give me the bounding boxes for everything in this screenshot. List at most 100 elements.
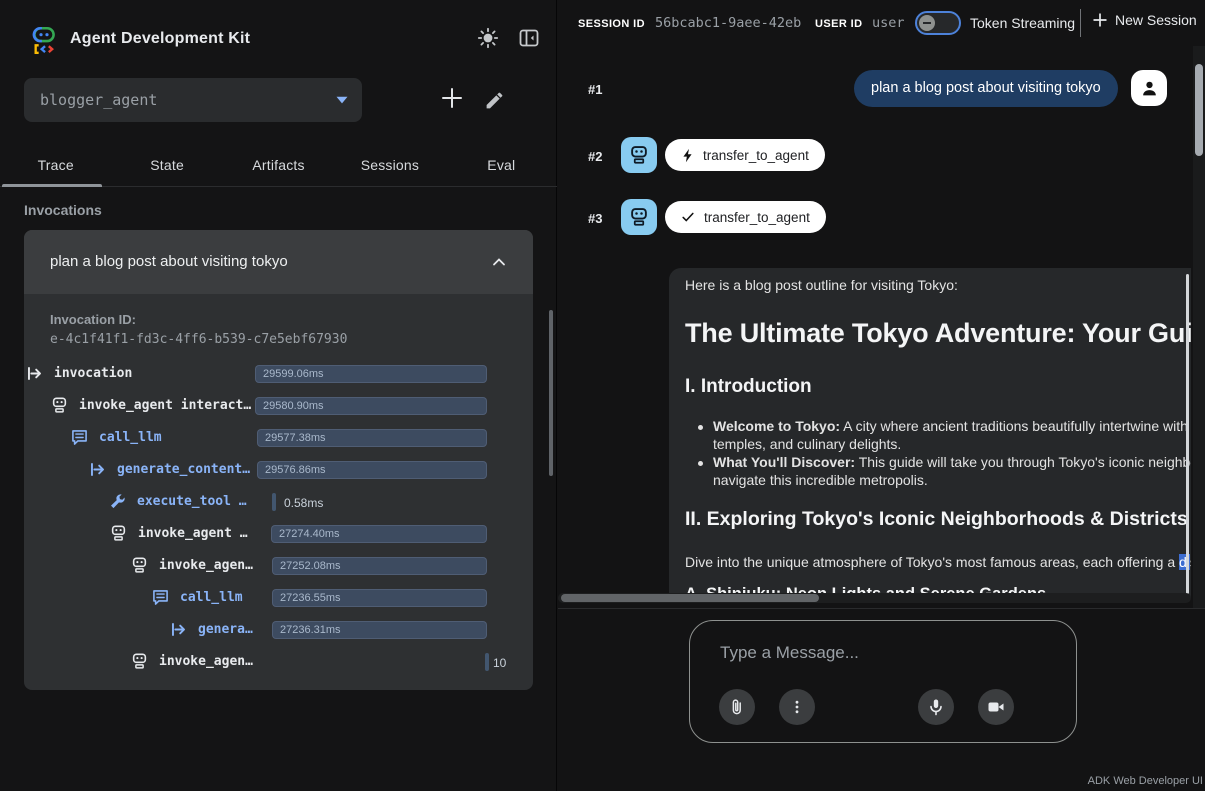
duration-value: 29580.90ms [256, 398, 486, 414]
duration-value: 27236.31ms [273, 622, 486, 638]
collapse-panel-button[interactable] [515, 24, 543, 52]
event-index[interactable]: #2 [588, 149, 602, 164]
sun-icon [476, 26, 500, 50]
bullet-marker [698, 461, 703, 466]
left-panel-scrollbar[interactable] [549, 310, 553, 476]
invocation-title: plan a blog post about visiting tokyo [50, 230, 288, 294]
tab-eval[interactable]: Eval [446, 148, 557, 186]
blog-section-1: I. Introduction [685, 376, 812, 398]
wrench-icon [109, 493, 126, 510]
span-label: call_llm [99, 430, 162, 445]
session-bar-divider [1080, 9, 1081, 37]
event-index[interactable]: #3 [588, 211, 602, 226]
check-icon [681, 210, 695, 224]
duration-bar [272, 493, 276, 511]
microphone-button[interactable] [918, 689, 954, 725]
span-label: genera… [198, 622, 253, 637]
app-title: Agent Development Kit [70, 30, 250, 48]
span-label: invoke_agent interact… [79, 398, 251, 413]
user-id-value: user [872, 15, 905, 31]
microphone-icon [927, 698, 945, 716]
footer-label: ADK Web Developer UI [1088, 775, 1203, 787]
bullet-1-line-1: Welcome to Tokyo: A city where ancient t… [713, 418, 1191, 434]
user-message-bubble: plan a blog post about visiting tokyo [854, 70, 1118, 107]
bullet-2-line-1: What You'll Discover: This guide will ta… [713, 454, 1191, 470]
trace-row-1[interactable]: invoke_agent interact… 29580.90ms [0, 390, 509, 422]
tab-trace[interactable]: Trace [0, 148, 111, 186]
trace-row-3[interactable]: generate_content…29576.86ms [0, 454, 509, 486]
tab-bar: Trace State Artifacts Sessions Eval [0, 148, 557, 186]
user-avatar [1131, 70, 1167, 106]
span-label: invoke_agen… [159, 558, 253, 573]
vertical-scrollbar-thumb[interactable] [1195, 64, 1203, 156]
pencil-icon [484, 90, 505, 111]
duration-value: 27274.40ms [272, 526, 486, 542]
user-id-label: USER ID [815, 18, 862, 30]
trace-row-7[interactable]: call_llm 27236.55ms [0, 582, 509, 614]
video-camera-icon [987, 698, 1005, 716]
chevron-down-icon [336, 96, 348, 104]
duration-value: 27252.08ms [273, 558, 486, 574]
tool-call-chip[interactable]: transfer_to_agent [665, 139, 825, 171]
duration-bar: 29577.38ms [257, 429, 487, 447]
event-index[interactable]: #1 [588, 82, 602, 97]
theme-toggle-button[interactable] [474, 24, 502, 52]
bullet-marker [698, 425, 703, 430]
robot-icon [629, 145, 649, 165]
token-streaming-toggle[interactable] [915, 11, 961, 35]
robot-icon [110, 525, 127, 542]
vertical-dots-icon [789, 699, 805, 715]
trace-row-4[interactable]: execute_tool …0.58ms [0, 486, 509, 518]
duration-bar: 27236.31ms [272, 621, 487, 639]
robot-icon [131, 653, 148, 670]
invocation-card-header[interactable]: plan a blog post about visiting tokyo [24, 230, 533, 294]
duration-value: 29577.38ms [258, 430, 486, 446]
new-session-button[interactable]: New Session [1092, 12, 1197, 28]
card-scrollbar[interactable] [1186, 274, 1189, 594]
video-button[interactable] [978, 689, 1014, 725]
trace-row-5[interactable]: invoke_agent …27274.40ms [0, 518, 509, 550]
attach-file-button[interactable] [719, 689, 755, 725]
duration-bar: 29599.06ms [255, 365, 487, 383]
duration-value: 0.58ms [284, 496, 323, 510]
bullet-2-line-2: navigate this incredible metropolis. [713, 472, 928, 488]
toggle-thumb [919, 15, 935, 31]
tab-sessions[interactable]: Sessions [334, 148, 445, 186]
robot-icon [51, 397, 68, 414]
add-session-button[interactable] [438, 84, 466, 112]
arrow-from-bar-icon [89, 461, 106, 478]
session-id-value: 56bcabc1-9aee-42eb [655, 15, 801, 31]
duration-bar: 27274.40ms [271, 525, 487, 543]
trace-row-8[interactable]: genera… 27236.31ms [0, 614, 509, 646]
duration-value: 27236.55ms [273, 590, 486, 606]
more-options-button[interactable] [779, 689, 815, 725]
tool-response-label: transfer_to_agent [704, 210, 810, 225]
trace-row-0[interactable]: invocation 29599.06ms [0, 358, 509, 390]
panel-collapse-icon [517, 26, 541, 50]
message-input[interactable] [720, 643, 1040, 663]
token-streaming-label: Token Streaming [970, 15, 1075, 31]
chat-panel: SESSION ID 56bcabc1-9aee-42eb USER ID us… [558, 0, 1205, 791]
trace-row-2[interactable]: call_llm 29577.38ms [0, 422, 509, 454]
trace-row-9[interactable]: invoke_agen…10 [0, 646, 509, 678]
span-label: call_llm [180, 590, 243, 605]
tool-response-chip[interactable]: transfer_to_agent [665, 201, 826, 233]
tab-artifacts[interactable]: Artifacts [223, 148, 334, 186]
plus-icon [439, 85, 465, 111]
trace-row-6[interactable]: invoke_agen… 27252.08ms [0, 550, 509, 582]
response-intro-text: Here is a blog post outline for visiting… [685, 277, 958, 293]
blog-section-2: II. Exploring Tokyo's Iconic Neighborhoo… [685, 508, 1188, 531]
vertical-scrollbar[interactable] [1193, 46, 1205, 608]
session-bar: SESSION ID 56bcabc1-9aee-42eb USER ID us… [558, 0, 1205, 46]
robot-icon [629, 207, 649, 227]
tab-state[interactable]: State [111, 148, 222, 186]
edit-button[interactable] [480, 86, 508, 114]
invocations-section-label: Invocations [24, 202, 102, 218]
horizontal-scrollbar[interactable] [558, 593, 1191, 603]
paperclip-icon [728, 698, 746, 716]
robot-icon [131, 557, 148, 574]
span-label: invocation [54, 366, 132, 381]
bolt-icon [681, 148, 694, 163]
agent-select-dropdown[interactable]: blogger_agent [24, 78, 362, 122]
horizontal-scrollbar-thumb[interactable] [561, 594, 819, 602]
